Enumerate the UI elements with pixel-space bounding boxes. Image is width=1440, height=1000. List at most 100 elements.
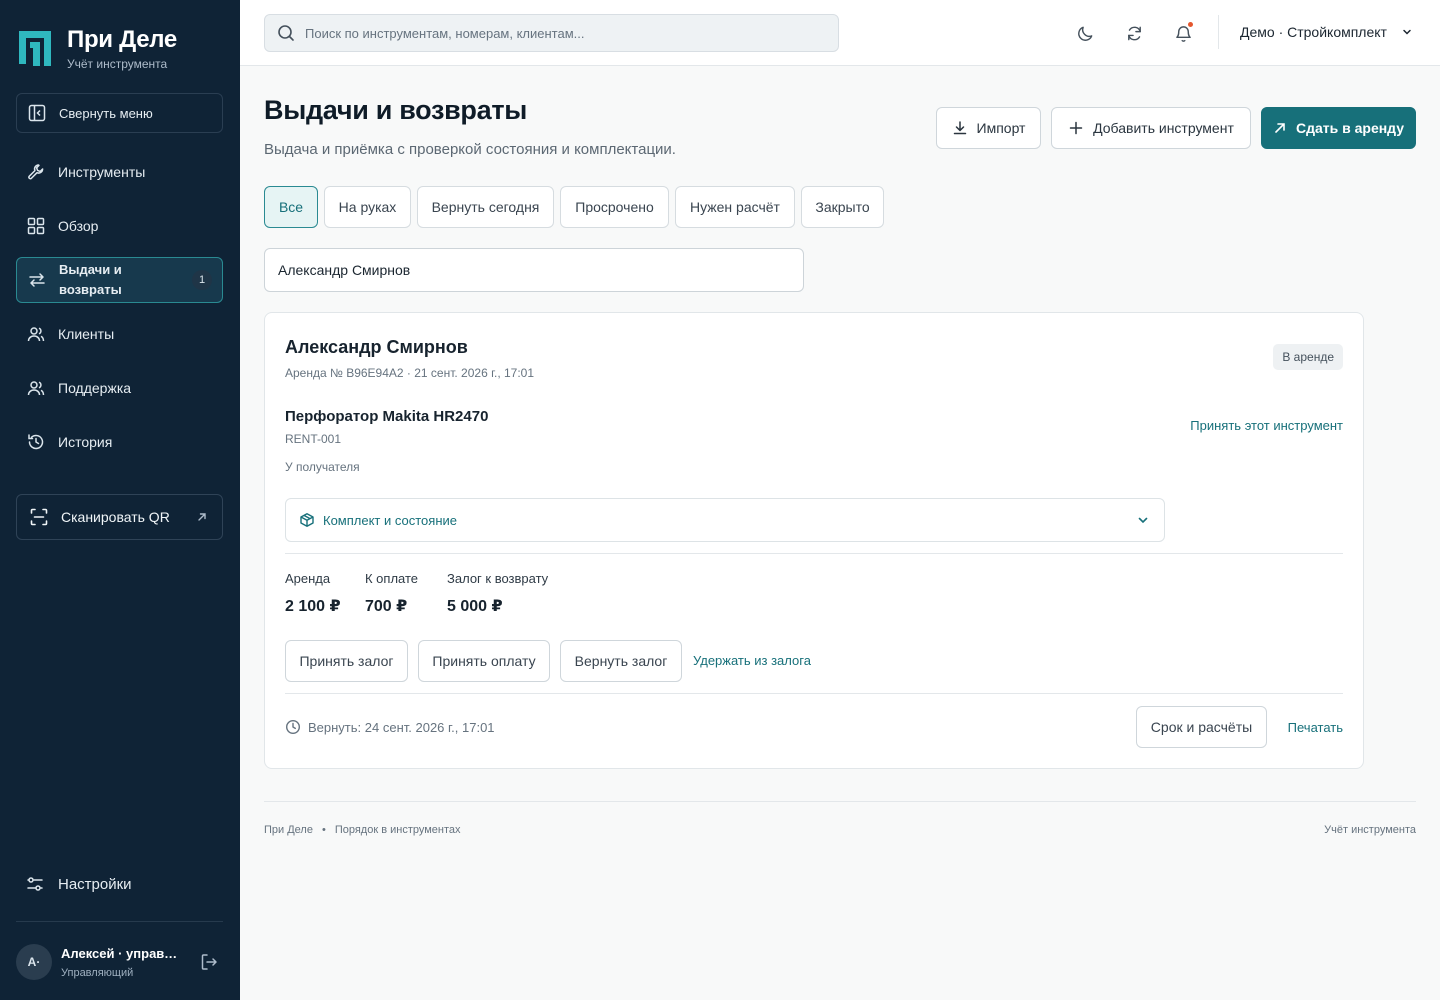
- refresh-icon: [1127, 26, 1141, 40]
- clock-icon: [285, 719, 301, 735]
- footer-left: При Деле • Порядок в инструментах: [264, 824, 461, 836]
- rent-out-button[interactable]: Сдать в аренду: [1261, 107, 1416, 149]
- sidebar-item-history[interactable]: История: [16, 419, 223, 465]
- import-button[interactable]: Импорт: [936, 107, 1041, 149]
- rental-meta: Аренда № B96E94A2 · 21 сент. 2026 г., 17…: [285, 366, 535, 380]
- page-title: Выдачи и возвраты: [264, 95, 528, 125]
- brand-name: При Деле: [67, 26, 177, 53]
- history-icon: [28, 434, 44, 450]
- return-date-text: Вернуть: 24 сент. 2026 г., 17:01: [308, 719, 495, 735]
- accept-tool-link[interactable]: Принять этот инструмент: [1190, 418, 1343, 433]
- money-label: Залог к возврату: [447, 571, 549, 586]
- user-name: Алексей · управляющий: [61, 945, 185, 961]
- scan-qr-button[interactable]: Сканировать QR: [16, 494, 223, 540]
- top-bar: Демо · Стройкомплект: [240, 0, 1440, 66]
- filter-return-today[interactable]: Вернуть сегодня: [417, 186, 554, 228]
- hold-deposit-link[interactable]: Удержать из залога: [693, 653, 811, 668]
- package-icon: [300, 513, 314, 527]
- filter-on-hand[interactable]: На руках: [324, 186, 411, 228]
- kit-condition-label: Комплект и состояние: [323, 512, 457, 528]
- moon-icon: [1077, 26, 1092, 41]
- money-deposit: Залог к возврату 5 000 ₽: [447, 571, 548, 616]
- sidebar-item-label: Выдачи и возвраты: [59, 262, 122, 297]
- tool-code: RENT-001: [285, 432, 342, 446]
- accept-deposit-button[interactable]: Принять залог: [285, 640, 408, 682]
- page-subtitle: Выдача и приёмка с проверкой состояния и…: [264, 141, 676, 158]
- rentals-count-badge: 1: [192, 270, 212, 290]
- filter-needs-settlement[interactable]: Нужен расчёт: [675, 186, 795, 228]
- client-filter-input[interactable]: [264, 248, 804, 292]
- user-role: Управляющий: [61, 966, 134, 979]
- download-icon: [953, 121, 966, 135]
- footer-dot: •: [321, 824, 326, 836]
- sliders-icon: [27, 877, 43, 891]
- search-input[interactable]: [305, 25, 825, 41]
- return-deposit-button[interactable]: Вернуть залог: [560, 640, 682, 682]
- import-label: Импорт: [976, 120, 1026, 136]
- rent-out-label: Сдать в аренду: [1295, 120, 1405, 136]
- scan-qr-label: Сканировать QR: [61, 509, 170, 525]
- plus-icon: [1069, 121, 1083, 135]
- money-value: 5 000 ₽: [447, 598, 503, 615]
- account-switcher[interactable]: Демо · Стройкомплект: [1240, 24, 1413, 40]
- notifications-button[interactable]: [1171, 21, 1195, 45]
- status-badge: В аренде: [1273, 344, 1343, 370]
- money-label: К оплате: [365, 571, 419, 586]
- kit-condition-accordion[interactable]: Комплект и состояние: [285, 498, 1165, 542]
- qr-scan-icon: [30, 508, 48, 526]
- filter-closed[interactable]: Закрыто: [801, 186, 884, 228]
- sidebar-item-support[interactable]: Поддержка: [16, 365, 223, 411]
- money-label: Аренда: [285, 571, 331, 586]
- wrench-icon: [28, 164, 44, 180]
- rental-client-name[interactable]: Александр Смирнов: [285, 337, 468, 358]
- user-profile[interactable]: А· Алексей · управляющий Управляющий: [16, 942, 223, 982]
- terms-button[interactable]: Срок и расчёты: [1136, 706, 1267, 748]
- sidebar-item-rentals[interactable]: Выдачи и возвраты 1: [16, 257, 223, 303]
- users-icon: [27, 327, 45, 342]
- chevron-down-icon: [1403, 29, 1411, 35]
- footer-brand: При Деле: [264, 824, 313, 836]
- sidebar-item-label: История: [58, 434, 113, 450]
- arrow-up-right-icon: [1275, 123, 1285, 133]
- sidebar-item-label: Инструменты: [58, 164, 146, 180]
- filter-all[interactable]: Все: [264, 186, 318, 228]
- brand-logo-icon: [19, 31, 51, 66]
- sidebar-item-tools[interactable]: Инструменты: [16, 149, 223, 195]
- filter-overdue[interactable]: Просрочено: [560, 186, 669, 228]
- accept-payment-button[interactable]: Принять оплату: [418, 640, 550, 682]
- money-rent: Аренда 2 100 ₽: [285, 571, 341, 616]
- money-due: К оплате 700 ₽: [365, 571, 418, 616]
- brand-subtitle: Учёт инструмента: [67, 57, 168, 71]
- brand[interactable]: При Деле Учёт инструмента: [16, 26, 177, 71]
- sidebar: При Деле Учёт инструмента Свернуть меню …: [0, 0, 240, 1000]
- sidebar-item-label: Клиенты: [58, 326, 115, 342]
- theme-toggle-button[interactable]: [1073, 21, 1097, 45]
- settings-label: Настройки: [58, 875, 132, 893]
- refresh-button[interactable]: [1122, 21, 1146, 45]
- sidebar-collapse-icon: [28, 104, 46, 122]
- sidebar-item-overview[interactable]: Обзор: [16, 203, 223, 249]
- logout-icon[interactable]: [199, 952, 219, 972]
- money-value: 700 ₽: [365, 598, 408, 615]
- sidebar-divider: [16, 921, 223, 922]
- print-link[interactable]: Печатать: [1288, 720, 1343, 735]
- sidebar-item-settings[interactable]: Настройки: [16, 862, 223, 906]
- collapse-menu-label: Свернуть меню: [59, 105, 153, 121]
- sidebar-item-label: Поддержка: [58, 380, 132, 396]
- add-tool-button[interactable]: Добавить инструмент: [1051, 107, 1251, 149]
- swap-arrows-icon: [29, 273, 45, 287]
- avatar: А·: [16, 944, 52, 980]
- sidebar-item-clients[interactable]: Клиенты: [16, 311, 223, 357]
- tool-name[interactable]: Перфоратор Makita HR2470: [285, 408, 488, 425]
- search-box[interactable]: [264, 14, 839, 52]
- footer-tagline: Порядок в инструментах: [334, 824, 461, 836]
- search-icon: [278, 25, 294, 41]
- notification-dot: [1188, 22, 1193, 27]
- card-divider: [285, 693, 1343, 694]
- footer-divider: [264, 801, 1416, 802]
- footer-right: Учёт инструмента: [1324, 824, 1416, 836]
- collapse-menu-button[interactable]: Свернуть меню: [16, 93, 223, 133]
- sidebar-item-label: Обзор: [58, 218, 99, 234]
- money-value: 2 100 ₽: [285, 598, 341, 615]
- card-divider: [285, 553, 1343, 554]
